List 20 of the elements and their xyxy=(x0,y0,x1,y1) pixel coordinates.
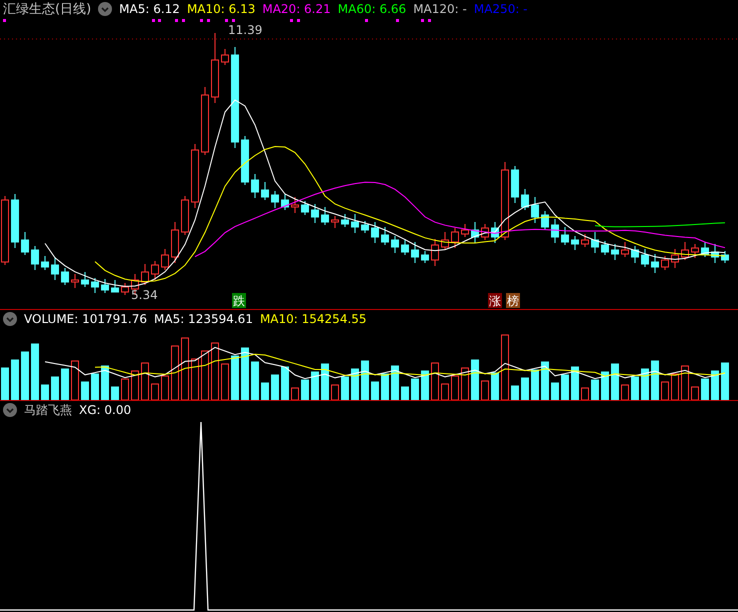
indicator-value: XG: 0.00 xyxy=(79,403,132,417)
volume-legend-label: VOLUME: 101791.76 xyxy=(24,312,147,326)
high-price-label: 11.39 xyxy=(228,23,262,37)
dropdown-icon[interactable] xyxy=(3,312,17,326)
ma-legend-label: MA10: 6.13 xyxy=(186,2,256,16)
ma-legend-label: MA20: 6.21 xyxy=(262,2,331,16)
volume-legend-label: MA5: 123594.61 xyxy=(154,312,253,326)
signal-badge: 榜 xyxy=(506,293,520,308)
ma-legend-label: MA60: 6.66 xyxy=(338,2,406,16)
signal-badge: 跌 xyxy=(232,293,246,308)
dropdown-icon[interactable] xyxy=(3,403,17,417)
chart-title: 汇绿生态(日线) xyxy=(3,1,92,18)
signal-badge: 涨 xyxy=(488,293,502,308)
ma-legend-label: MA120: - xyxy=(413,2,467,16)
dropdown-icon[interactable] xyxy=(98,2,112,16)
low-price-label: 5.34 xyxy=(131,288,158,302)
ma-legend-label: MA250: - xyxy=(474,2,528,16)
indicator-name: 马踏飞燕 xyxy=(24,402,72,418)
ma-legend-label: MA5: 6.12 xyxy=(119,2,180,16)
volume-legend-label: MA10: 154254.55 xyxy=(260,312,367,326)
